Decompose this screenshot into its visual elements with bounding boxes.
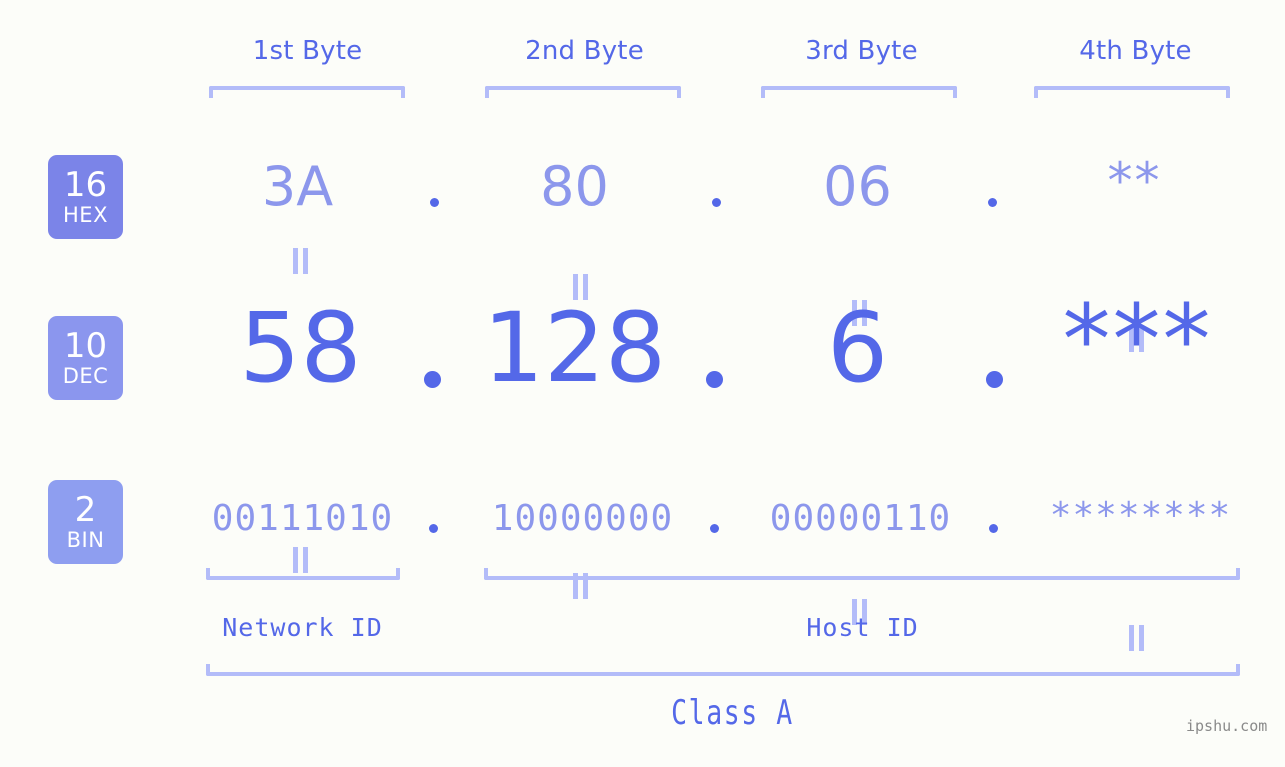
network-id-label: Network ID — [222, 613, 383, 642]
bin-separator-dot-2 — [710, 524, 719, 533]
class-label: Class A — [671, 693, 794, 733]
equals-symbol-dec-bin-4 — [1128, 625, 1145, 651]
hex-byte-value-4: ** — [1107, 152, 1162, 210]
bin-byte-value-2: 10000000 — [491, 498, 674, 539]
hex-byte-value-1: 3A — [261, 155, 334, 218]
dec-byte-value-2: 128 — [482, 292, 667, 404]
byte-header-label-1: 1st Byte — [252, 36, 363, 66]
hex-separator-dot-1 — [430, 198, 439, 207]
bin-byte-value-1: 00111010 — [211, 498, 394, 539]
base-badge-bin: 2 BIN — [48, 480, 123, 564]
base-badge-hex-number: 16 — [63, 165, 108, 205]
byte-bracket-top-3 — [761, 86, 957, 98]
hex-byte-value-3: 06 — [823, 155, 892, 218]
dec-separator-dot-3 — [986, 371, 1003, 388]
dec-separator-dot-1 — [424, 371, 441, 388]
site-watermark: ipshu.com — [1186, 717, 1268, 735]
base-badge-hex: 16 HEX — [48, 155, 123, 239]
dec-separator-dot-2 — [706, 371, 723, 388]
network-id-bracket — [206, 568, 400, 580]
dec-byte-value-3: 6 — [826, 292, 889, 404]
byte-header-label-2: 2nd Byte — [525, 36, 644, 66]
base-badge-hex-name: HEX — [63, 203, 108, 227]
bin-separator-dot-3 — [989, 524, 998, 533]
byte-header-label-4: 4th Byte — [1079, 36, 1192, 66]
bin-separator-dot-1 — [429, 524, 438, 533]
base-badge-dec-number: 10 — [63, 326, 108, 366]
hex-byte-value-2: 80 — [540, 155, 609, 218]
bin-byte-value-3: 00000110 — [769, 498, 952, 539]
equals-symbol-hex-dec-1 — [292, 248, 309, 274]
byte-bracket-top-4 — [1034, 86, 1230, 98]
host-id-bracket — [484, 568, 1240, 580]
base-badge-bin-number: 2 — [74, 490, 97, 530]
hex-separator-dot-2 — [712, 198, 721, 207]
class-bracket — [206, 664, 1240, 676]
byte-bracket-top-1 — [209, 86, 405, 98]
dec-byte-value-1: 58 — [239, 292, 362, 404]
host-id-label: Host ID — [806, 613, 919, 642]
base-badge-dec-name: DEC — [62, 364, 109, 388]
dec-byte-value-4: *** — [1062, 284, 1213, 396]
ip-address-breakdown-diagram: 1st Byte 2nd Byte 3rd Byte 4th Byte 16 H… — [0, 0, 1285, 767]
byte-header-label-3: 3rd Byte — [805, 36, 918, 66]
hex-separator-dot-3 — [988, 198, 997, 207]
byte-bracket-top-2 — [485, 86, 681, 98]
base-badge-dec: 10 DEC — [48, 316, 123, 400]
bin-byte-value-4: ******** — [1049, 495, 1232, 536]
base-badge-bin-name: BIN — [66, 528, 105, 552]
